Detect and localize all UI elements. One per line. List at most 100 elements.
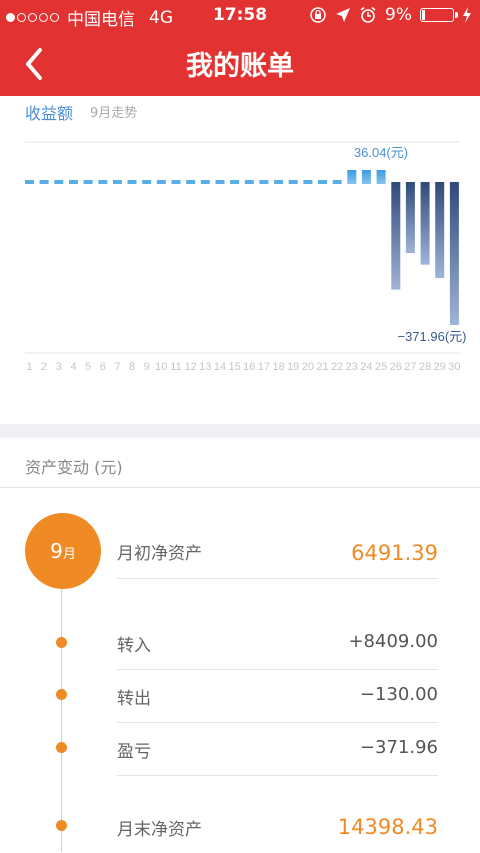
chart-bar [39,180,49,184]
section-divider [0,487,480,488]
row-closing-net-assets: 月末净资产 14398.43 [117,800,438,853]
chart-bar [435,182,445,279]
chart-x-tick-label: 11 [170,361,181,373]
chart-x-tick-label: 26 [390,361,402,373]
chart-bar [318,180,327,184]
chart-x-tick-label: 4 [70,361,76,373]
chart-x-tick-label: 22 [331,361,343,373]
row-label: 月初净资产 [117,544,202,564]
chart-bar [171,180,181,184]
battery-icon [420,8,458,22]
chart-x-tick-label: 23 [346,361,358,373]
chart-x-tick-label: 2 [41,361,47,373]
chart-bar [347,170,357,184]
earnings-chart-card: 1 2 3 4 5 6 7 8 9 10 11 12 13 14 15 16 17 18 19 20 21 22 23 24 2… [0,96,480,424]
location-arrow-icon [336,8,351,22]
charging-bolt-icon [463,7,471,23]
row-value: 6491.39 [351,541,438,565]
chart-bar [215,180,225,184]
chart-bar [156,180,166,184]
row-value: 14398.43 [337,815,438,839]
chart-x-tick-label: 7 [114,361,120,373]
page-title: 我的账单 [186,51,294,82]
alarm-icon [360,6,376,23]
chart-x-tick-label: 27 [404,361,416,373]
earnings-chart: 1 2 3 4 5 6 7 8 9 10 11 12 13 14 15 16 17 18 19 20 21 22 23 24 2… [25,141,467,373]
chart-bar [391,182,401,290]
chart-bar [376,170,386,184]
row-value: +8409.00 [348,631,438,652]
chart-x-tick-label: 12 [185,361,197,373]
chart-bar [288,180,298,184]
chart-x-tick-label: 20 [302,361,314,373]
row-label: 盈亏 [117,742,151,762]
row-opening-net-assets: 月初净资产 6491.39 [117,525,438,579]
row-label: 转出 [117,689,151,709]
chart-bar [112,180,122,184]
chart-bar [244,180,254,184]
chart-bar [449,182,459,325]
rotation-lock-icon [310,7,326,23]
timeline-line [61,560,62,852]
chart-x-tick-label: 6 [100,361,106,373]
chart-x-tick-label: 8 [129,361,135,373]
chart-x-tick-label: 25 [375,361,387,373]
chart-x-tick-label: 9 [144,361,150,373]
chart-bar [230,180,240,184]
row-value: −371.96 [359,737,438,758]
chart-bar [54,180,64,184]
chart-bar [69,180,78,184]
chart-x-tick-label: 24 [360,361,372,373]
month-badge: 9月 [25,513,101,589]
row-value: −130.00 [359,684,438,705]
chart-bar [361,170,371,184]
chart-x-tick-label: 17 [258,361,270,373]
timeline-dot [56,637,67,648]
chart-bar [200,180,210,184]
row-label: 月末净资产 [117,820,202,840]
status-bar: 中国电信 4G 17:58 9% [0,0,480,32]
month-number: 9 [50,539,63,563]
chart-x-tick-label: 29 [434,361,446,373]
header-bar: 中国电信 4G 17:58 9% 我的账单 [0,0,480,96]
chart-bar [186,180,196,184]
row-transfer-out: 转出 −130.00 [117,669,438,723]
chart-x-tick-label: 21 [316,361,328,373]
timeline-dot [56,742,67,753]
chart-x-tick-label: 14 [214,361,226,373]
assets-section-title: 资产变动 (元) [25,458,123,477]
chart-bar [127,180,137,184]
timeline-dot [56,689,67,700]
chart-x-tick-label: 16 [243,361,255,373]
chart-x-tick-label: 15 [228,361,240,373]
chart-bar [274,180,284,184]
chart-x-tick-label: 3 [56,361,62,373]
chart-x-tick-label: 1 [26,361,32,373]
chart-x-tick-label: 13 [199,361,211,373]
section-gap [0,424,480,438]
row-transfer-in: 转入 +8409.00 [117,616,438,670]
chart-bar [25,180,34,184]
battery-percent: 9% [385,5,412,25]
chart-bar [405,182,415,254]
chart-title: 收益额 [25,104,74,123]
chart-bar [332,180,342,184]
chart-x-tick-label: 30 [448,361,460,373]
chart-bar [83,180,93,184]
chart-max-label: 36.04(元) [354,145,408,160]
chart-bar [259,180,269,184]
chart-bar [142,180,152,184]
chart-x-tick-label: 5 [85,361,91,373]
chart-x-tick-label: 28 [419,361,431,373]
row-label: 转入 [117,636,151,656]
chart-bar [420,182,430,265]
chart-min-label: −371.96(元) [397,329,466,344]
month-unit: 月 [62,547,76,562]
chart-x-tick-label: 18 [272,361,284,373]
chart-subtitle: 9月走势 [90,106,138,121]
status-right: 9% [309,5,472,25]
chart-x-tick-label: 19 [287,361,299,373]
chart-bar [303,180,313,184]
chart-bar [98,180,108,184]
row-profit-loss: 盈亏 −371.96 [117,722,438,776]
